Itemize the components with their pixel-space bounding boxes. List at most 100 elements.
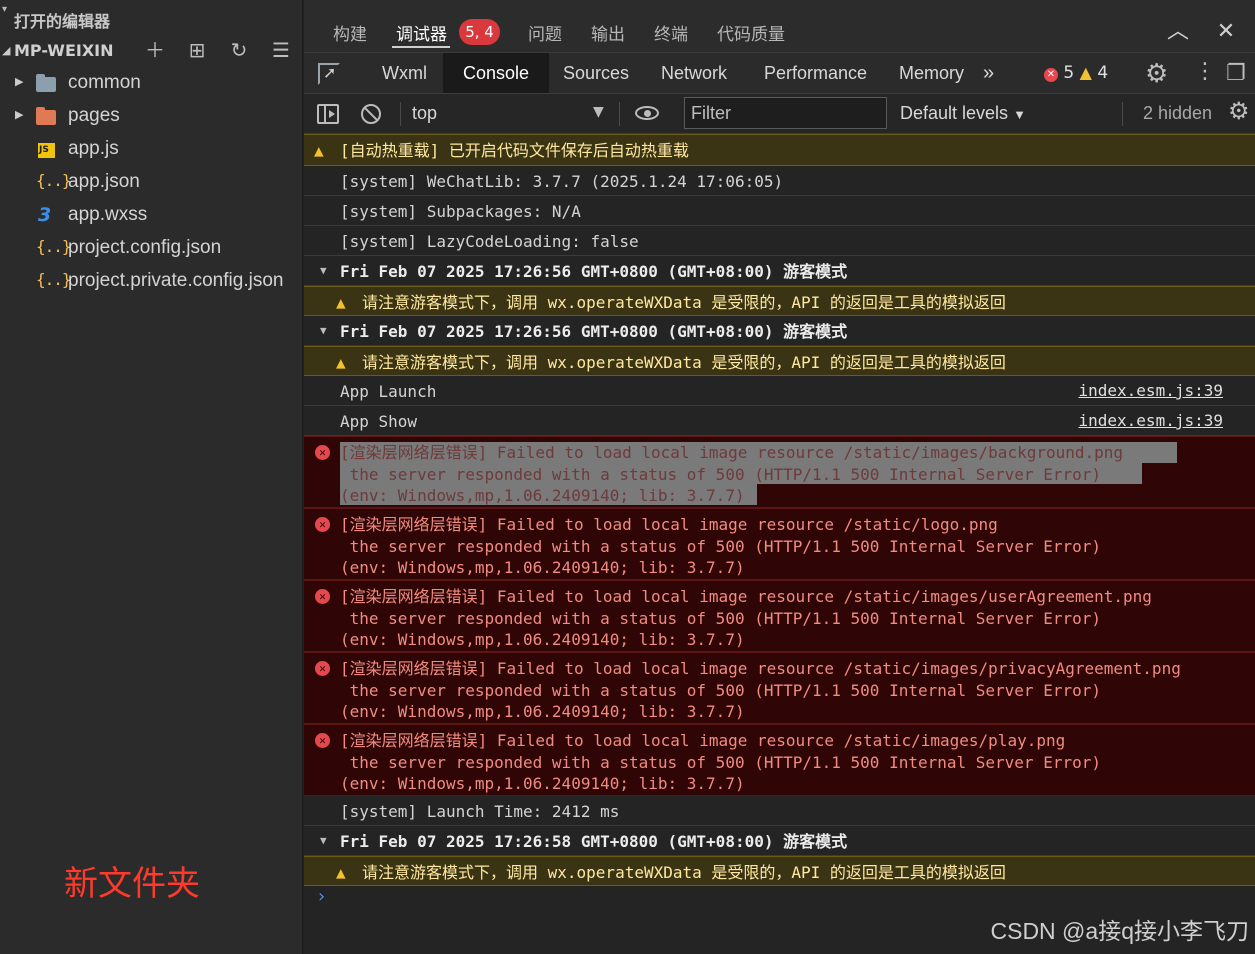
group-title: Fri Feb 07 2025 17:26:56 GMT+0800 (GMT+0… [340, 262, 848, 281]
refresh-icon[interactable]: ↻ [227, 38, 251, 62]
show-sidebar-icon[interactable] [317, 104, 339, 124]
collapse-triangle-icon[interactable]: ▼ [320, 834, 327, 847]
tree-item-project-config[interactable]: {..} project.config.json [0, 232, 303, 265]
watermark: CSDN @a接q接小李飞刀 [990, 918, 1250, 944]
console-log-message[interactable]: [system] Subpackages: N/A [304, 196, 1255, 226]
tab-output[interactable]: 输出 [591, 20, 625, 45]
console-log-message[interactable]: [system] WeChatLib: 3.7.7 (2025.1.24 17:… [304, 166, 1255, 196]
log-levels-dropdown[interactable]: Default levels ▼ [900, 103, 1026, 124]
error-counter[interactable]: ✕ 5 ▲ 4 [1044, 63, 1108, 83]
error-icon: ✕ [315, 661, 330, 676]
new-file-icon[interactable]: ＋ [143, 38, 167, 62]
message-text: [渲染层网络层错误] Failed to load local image re… [340, 515, 1101, 577]
console-error-message[interactable]: ✕ [渲染层网络层错误] Failed to load local image … [304, 652, 1255, 724]
toolbar-divider [1122, 102, 1123, 126]
filter-input[interactable] [684, 97, 887, 129]
caret-down-icon[interactable]: ▼ [593, 104, 604, 120]
console-warning-message[interactable]: ▲ [自动热重载] 已开启代码文件保存后自动热重载 [304, 134, 1255, 166]
debugger-count-badge: 5, 4 [459, 19, 500, 45]
more-tabs-button[interactable]: » [977, 53, 1000, 93]
tab-debugger[interactable]: 调试器 [396, 20, 447, 45]
console-warning-message[interactable]: ▲ 请注意游客模式下，调用 wx.operateWXData 是受限的，API … [304, 856, 1255, 886]
tree-item-app-wxss[interactable]: 3 app.wxss [0, 199, 303, 232]
context-selector[interactable]: top [412, 103, 437, 124]
collapse-all-icon[interactable]: ☰ [269, 38, 293, 62]
error-icon: ✕ [315, 733, 330, 748]
console-settings-gear-icon[interactable]: ⚙ [1228, 97, 1250, 125]
message-text: [system] Subpackages: N/A [340, 202, 581, 221]
tree-item-common[interactable]: ▶ common [0, 67, 303, 100]
tab-memory[interactable]: Memory [879, 53, 984, 93]
console-error-message[interactable]: ✕ [渲染层网络层错误] Failed to load local image … [304, 580, 1255, 652]
group-title: Fri Feb 07 2025 17:26:56 GMT+0800 (GMT+0… [340, 322, 848, 341]
warning-icon: ▲ [314, 141, 324, 160]
tab-wxml[interactable]: Wxml [362, 53, 447, 93]
project-header[interactable]: ◢ MP-WEIXIN ＋ ⊞ ↻ ☰ [0, 37, 303, 65]
tab-code-quality[interactable]: 代码质量 [717, 20, 785, 45]
tree-item-app-json[interactable]: {..} app.json [0, 166, 303, 199]
settings-gear-icon[interactable]: ⚙ [1145, 59, 1168, 89]
console-group-header[interactable]: ▼ Fri Feb 07 2025 17:26:58 GMT+0800 (GMT… [304, 826, 1255, 856]
tree-item-pages[interactable]: ▶ pages [0, 100, 303, 133]
message-text: [渲染层网络层错误] Failed to load local image re… [340, 659, 1181, 721]
tree-item-label: app.json [68, 171, 140, 192]
tab-console[interactable]: Console [443, 53, 550, 93]
tree-item-app-js[interactable]: JS app.js [0, 133, 303, 166]
open-editors-title: 打开的编辑器 [14, 12, 111, 31]
message-text: [system] WeChatLib: 3.7.7 (2025.1.24 17:… [340, 172, 784, 191]
tab-terminal[interactable]: 终端 [654, 20, 688, 45]
toolbar-divider [619, 102, 620, 126]
tab-sources[interactable]: Sources [543, 53, 649, 93]
console-warning-message[interactable]: ▲ 请注意游客模式下，调用 wx.operateWXData 是受限的，API … [304, 346, 1255, 376]
live-expression-eye-icon[interactable] [635, 106, 659, 120]
clear-console-icon[interactable] [361, 104, 381, 124]
collapse-triangle-icon[interactable]: ▼ [320, 264, 327, 277]
console-group-header[interactable]: ▼ Fri Feb 07 2025 17:26:56 GMT+0800 (GMT… [304, 316, 1255, 346]
console-prompt-caret[interactable]: › [316, 886, 327, 907]
devtools-tab-bar: Wxml Console Sources Network Performance… [304, 53, 1255, 94]
collapse-triangle-icon[interactable]: ▼ [320, 324, 327, 337]
caret-down-icon: ▼ [1013, 107, 1026, 122]
console-error-message[interactable]: ✕ [渲染层网络层错误] Failed to load local image … [304, 724, 1255, 796]
message-text: [渲染层网络层错误] Failed to load local image re… [340, 587, 1152, 649]
dock-side-icon[interactable]: ❐ [1226, 61, 1246, 86]
tree-item-project-private-config[interactable]: {..} project.private.config.json [0, 265, 303, 298]
console-log-message[interactable]: [system] Launch Time: 2412 ms [304, 796, 1255, 826]
warning-icon: ▲ [1079, 63, 1092, 82]
expand-arrow-icon[interactable]: ▶ [15, 75, 23, 88]
collapse-arrow-icon[interactable]: ◢ [2, 44, 10, 57]
expand-arrow-icon[interactable]: ▶ [15, 108, 23, 121]
console-output[interactable]: ▲ [自动热重载] 已开启代码文件保存后自动热重载 [system] WeCha… [304, 134, 1255, 954]
inspect-element-icon[interactable] [318, 63, 340, 85]
console-error-message[interactable]: ✕ [渲染层网络层错误] Failed to load local image … [304, 436, 1255, 508]
chevron-icon: ▾ [2, 4, 8, 15]
source-link[interactable]: index.esm.js:39 [1079, 381, 1224, 400]
message-text: [渲染层网络层错误] Failed to load local image re… [340, 731, 1101, 793]
tab-performance[interactable]: Performance [744, 53, 887, 93]
console-group-header[interactable]: ▼ Fri Feb 07 2025 17:26:56 GMT+0800 (GMT… [304, 256, 1255, 286]
json-file-icon: {..} [36, 171, 72, 190]
source-link[interactable]: index.esm.js:39 [1079, 411, 1224, 430]
more-options-icon[interactable]: ⋮ [1194, 59, 1216, 84]
console-error-message[interactable]: ✕ [渲染层网络层错误] Failed to load local image … [304, 508, 1255, 580]
console-log-message[interactable]: App Show index.esm.js:39 [304, 406, 1255, 436]
folder-icon [36, 74, 58, 94]
tree-item-label: pages [68, 105, 120, 126]
tab-network[interactable]: Network [641, 53, 747, 93]
new-folder-icon[interactable]: ⊞ [185, 38, 209, 62]
error-icon: ✕ [315, 589, 330, 604]
message-text: App Launch [340, 382, 437, 401]
console-warning-message[interactable]: ▲ 请注意游客模式下，调用 wx.operateWXData 是受限的，API … [304, 286, 1255, 316]
hidden-messages-count: 2 hidden [1143, 103, 1213, 123]
console-log-message[interactable]: App Launch index.esm.js:39 [304, 376, 1255, 406]
message-text: [自动热重载] 已开启代码文件保存后自动热重载 [340, 141, 689, 160]
toolbar-divider [400, 102, 401, 126]
js-file-icon: JS [36, 140, 58, 160]
close-icon[interactable]: ✕ [1214, 20, 1238, 44]
tab-problems[interactable]: 问题 [528, 20, 562, 45]
tree-item-label: app.js [68, 138, 119, 159]
chevron-up-icon[interactable]: ︿ [1166, 20, 1190, 44]
tab-build[interactable]: 构建 [333, 20, 367, 45]
open-editors-section[interactable]: ▾ 打开的编辑器 [2, 4, 111, 32]
console-log-message[interactable]: [system] LazyCodeLoading: false [304, 226, 1255, 256]
